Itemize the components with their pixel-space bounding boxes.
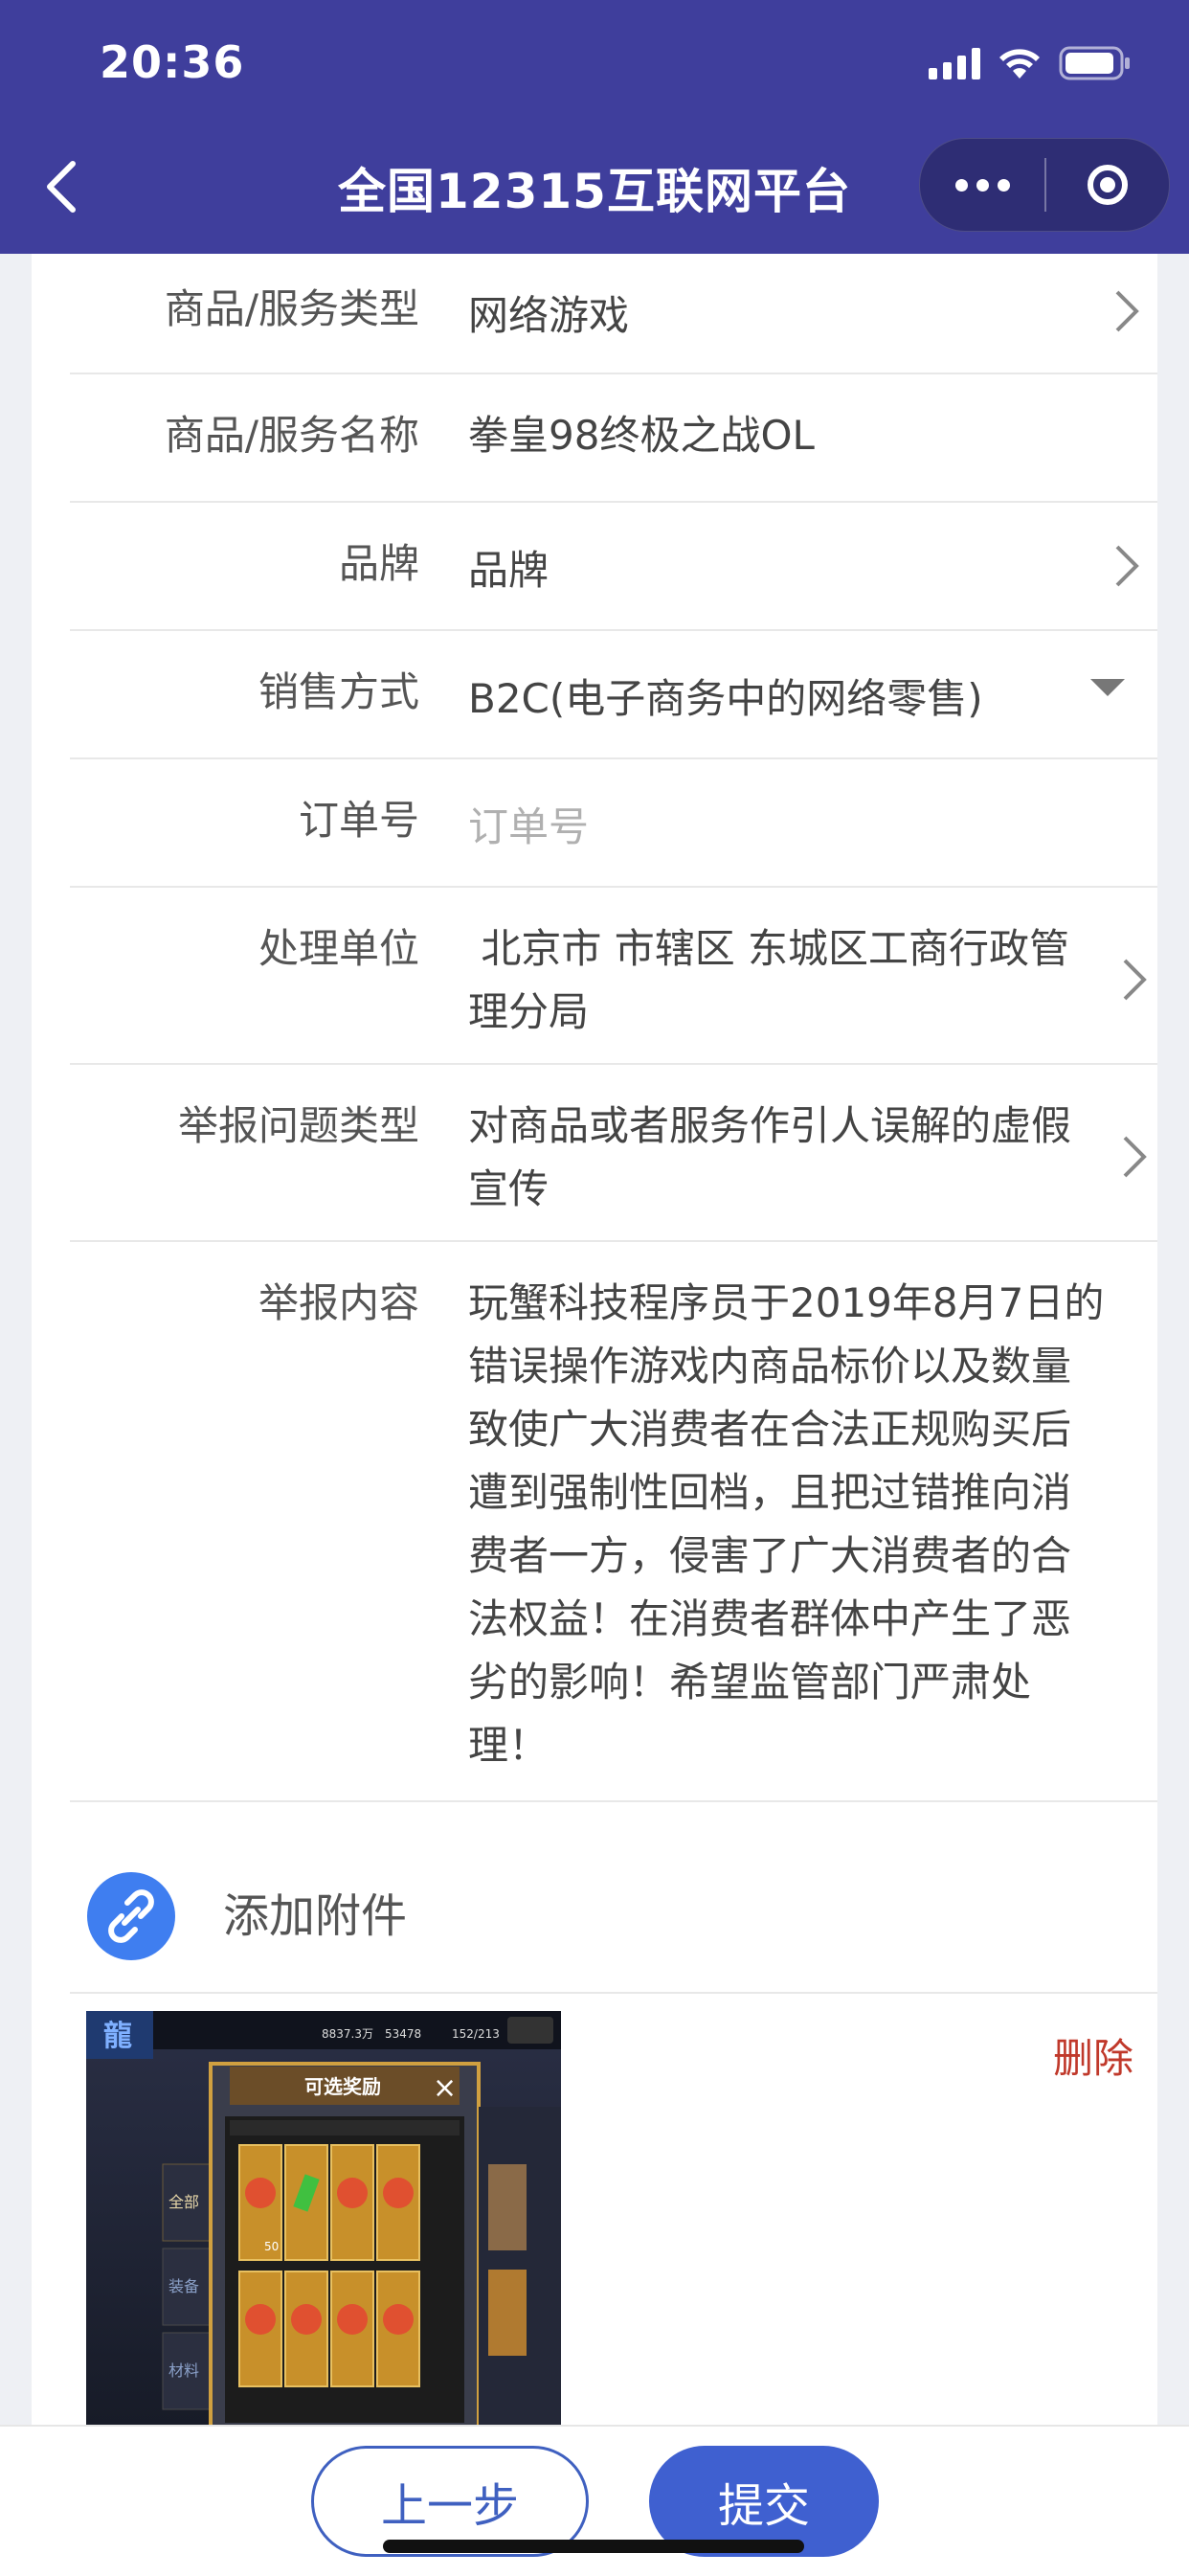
thumb-card-value: 50 (264, 2240, 279, 2253)
target-icon (1088, 165, 1128, 205)
field-label: 销售方式 (258, 668, 419, 715)
thumb-tab-label: 装备 (168, 2277, 199, 2295)
field-report-content[interactable]: 举报内容 玩蟹科技程序员于2019年8月7日的 错误操作游戏内商品标价以及数量 … (70, 1240, 1157, 1802)
svg-text:龍: 龍 (103, 2020, 132, 2053)
content-line: 玩蟹科技程序员于2019年8月7日的 (468, 1279, 1105, 1326)
field-sales-method[interactable]: 销售方式 B2C(电子商务中的网络零售) (70, 629, 1157, 759)
close-program-button[interactable] (1046, 165, 1169, 205)
signal-icon (929, 47, 980, 79)
add-attachment-row[interactable]: 添加附件 (70, 1800, 1157, 1994)
thumb-resource-label: 53478 (385, 2027, 421, 2041)
status-time: 20:36 (100, 36, 245, 88)
content-line: 费者一方，侵害了广大消费者的合 (468, 1532, 1072, 1579)
field-brand[interactable]: 品牌 品牌 (70, 501, 1157, 631)
field-service-type[interactable]: 商品/服务类型 网络游戏 (70, 254, 1157, 374)
field-label: 处理单位 (258, 925, 419, 972)
field-label: 品牌 (338, 540, 419, 587)
issue-type-value: 对商品或者服务作引人误解的虚假 宣传 (468, 1095, 1138, 1221)
attachment-thumbnail[interactable]: 龍 8837.3万 53478 152/213 全部 装备 材料 可选奖励 × (86, 2011, 561, 2447)
report-content-text[interactable]: 玩蟹科技程序员于2019年8月7日的 错误操作游戏内商品标价以及数量 致使广大消… (468, 1272, 1157, 1777)
field-order-number[interactable]: 订单号 订单号 (70, 757, 1157, 888)
thumb-tab-label: 全部 (168, 2193, 199, 2211)
content-line: 错误操作游戏内商品标价以及数量 (468, 1343, 1072, 1390)
value-line: 北京市 市辖区 东城区工商行政管 (468, 925, 1070, 972)
thumb-panel-title: 可选奖励 (304, 2075, 381, 2098)
field-issue-type[interactable]: 举报问题类型 对商品或者服务作引人误解的虚假 宣传 (70, 1063, 1157, 1242)
status-icons (929, 44, 1132, 82)
attachment-link-icon[interactable] (87, 1872, 175, 1960)
svg-text:×: × (433, 2071, 457, 2105)
field-service-name[interactable]: 商品/服务名称 拳皇98终极之战OL (70, 373, 1157, 503)
handling-unit-value: 北京市 市辖区 东城区工商行政管 理分局 (468, 917, 1138, 1044)
service-type-value: 网络游戏 (468, 292, 630, 339)
value-line: 理分局 (468, 988, 590, 1035)
field-label: 举报内容 (258, 1279, 419, 1326)
mini-program-capsule (919, 138, 1170, 232)
chevron-right-icon (1115, 545, 1139, 587)
content-line: 劣的影响！希望监管部门严肃处 (468, 1659, 1032, 1706)
dropdown-caret-icon (1090, 679, 1125, 696)
delete-attachment-link[interactable]: 删除 (1053, 2030, 1133, 2088)
field-label: 商品/服务名称 (164, 412, 419, 459)
content-line: 法权益！在消费者群体中产生了恶 (468, 1595, 1072, 1642)
field-label: 商品/服务类型 (164, 285, 419, 332)
service-name-value: 拳皇98终极之战OL (468, 412, 815, 459)
bottom-action-bar: 上一步 提交 (0, 2425, 1189, 2576)
chevron-right-icon (1123, 959, 1147, 1001)
chevron-right-icon (1115, 290, 1139, 332)
brand-value: 品牌 (468, 547, 550, 594)
content-line: 遭到强制性回档，且把过错推向消 (468, 1469, 1072, 1516)
order-number-input[interactable]: 订单号 (468, 796, 1157, 859)
value-line: 对商品或者服务作引人误解的虚假 (468, 1102, 1072, 1149)
thumb-tab-label: 材料 (168, 2361, 199, 2380)
chevron-right-icon (1123, 1136, 1147, 1178)
add-attachment-label: 添加附件 (223, 1889, 408, 1943)
more-icon[interactable] (920, 178, 1044, 192)
thumb-resource-label: 152/213 (452, 2027, 500, 2041)
wifi-icon (998, 47, 1042, 79)
battery-icon (1059, 45, 1132, 81)
field-handling-unit[interactable]: 处理单位 北京市 市辖区 东城区工商行政管 理分局 (70, 886, 1157, 1065)
content-line: 理！ (468, 1722, 550, 1769)
home-indicator (383, 2540, 804, 2553)
field-label: 订单号 (298, 797, 419, 844)
value-line: 宣传 (468, 1165, 550, 1212)
app-header: 20:36 全国12315互联网平台 (0, 0, 1189, 254)
content-line: 致使广大消费者在合法正规购买后 (468, 1406, 1072, 1453)
thumb-resource-label: 8837.3万 (322, 2027, 373, 2041)
field-label: 举报问题类型 (177, 1102, 419, 1149)
sales-method-select: B2C(电子商务中的网络零售) (468, 675, 983, 722)
